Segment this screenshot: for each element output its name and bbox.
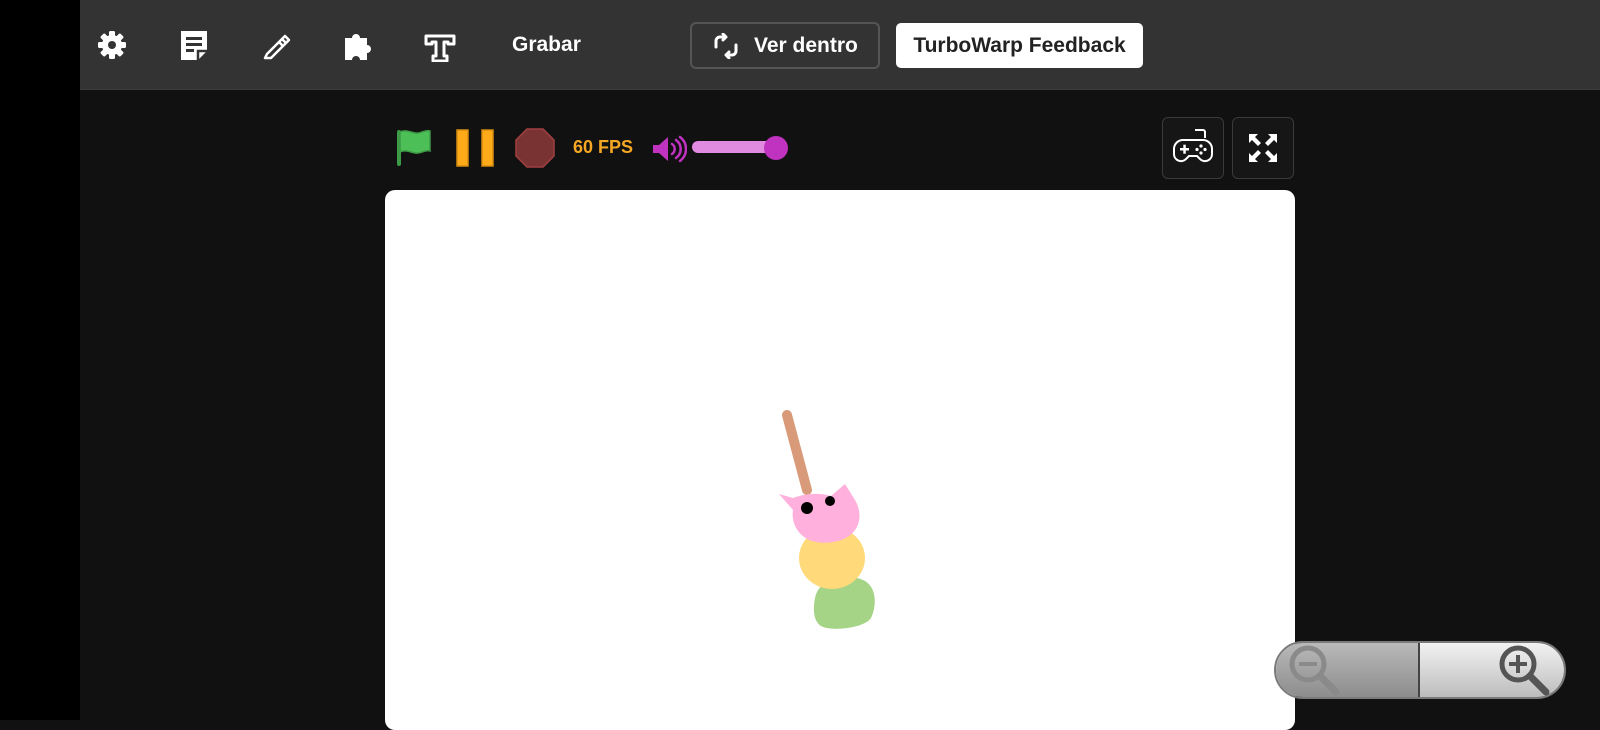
record-button[interactable]: Grabar (512, 33, 581, 57)
zoom-in-button[interactable] (1420, 643, 1564, 697)
gear-icon[interactable] (94, 27, 130, 63)
fullscreen-icon (1247, 132, 1279, 164)
notes-icon[interactable] (176, 27, 212, 63)
menu-bar: Grabar Ver dentro TurboWarp Feedback (80, 0, 1600, 90)
see-inside-label: Ver dentro (754, 33, 858, 57)
left-edge-strip (0, 0, 80, 720)
gamepad-button[interactable] (1162, 117, 1224, 179)
stage-canvas[interactable] (385, 190, 1295, 730)
zoom-in-icon (1498, 644, 1554, 696)
green-flag-icon[interactable] (395, 128, 433, 173)
volume-slider-thumb[interactable] (764, 136, 788, 160)
fps-counter: 60 FPS (573, 137, 634, 157)
remix-arrows-icon (712, 32, 740, 59)
zoom-controls (1274, 641, 1566, 699)
zoom-out-icon (1288, 644, 1344, 696)
feedback-button[interactable]: TurboWarp Feedback (896, 23, 1143, 68)
puzzle-icon[interactable] (340, 27, 376, 63)
pencil-icon[interactable] (258, 27, 294, 63)
see-inside-button[interactable]: Ver dentro (690, 22, 880, 69)
turbowarp-logo-icon[interactable] (422, 27, 458, 63)
pause-icon[interactable] (456, 129, 494, 172)
fullscreen-button[interactable] (1232, 117, 1294, 179)
zoom-out-button[interactable] (1276, 643, 1421, 697)
gamepad-icon (1171, 128, 1215, 168)
dango-cat-sprite[interactable] (775, 410, 905, 650)
volume-icon[interactable] (651, 135, 688, 168)
stop-icon[interactable] (515, 128, 555, 173)
